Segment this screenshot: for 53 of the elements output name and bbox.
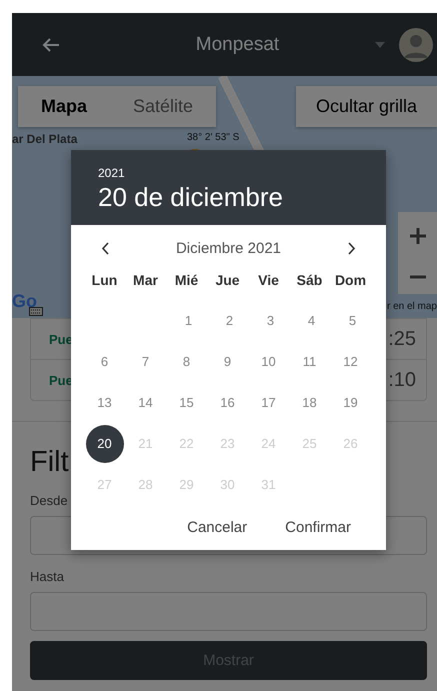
calendar-day[interactable]: 9	[208, 342, 246, 380]
calendar-day[interactable]: 1	[170, 302, 208, 340]
table-cell: :10	[388, 368, 416, 392]
calendar-day[interactable]: 11	[290, 342, 328, 380]
back-arrow-icon[interactable]	[42, 36, 60, 52]
calendar-day[interactable]: 6	[86, 342, 124, 380]
weekday-label: Lun	[90, 272, 118, 288]
field-label: Hasta	[30, 569, 65, 584]
calendar-day[interactable]: 17	[250, 384, 288, 422]
month-label: Diciembre 2021	[176, 240, 282, 256]
weekday-label: Sáb	[296, 272, 324, 288]
selected-date: 20 de diciembre	[98, 182, 284, 213]
zoom-out-icon[interactable]	[410, 274, 426, 278]
map-logo: Go	[12, 291, 37, 312]
calendar-day[interactable]: 14	[126, 384, 164, 422]
calendar-day[interactable]: 7	[126, 342, 164, 380]
chevron-left-icon[interactable]	[101, 242, 109, 254]
table-cell: :25	[388, 328, 416, 350]
calendar-day[interactable]: 18	[290, 384, 328, 422]
calendar-day[interactable]: 20	[86, 424, 124, 462]
calendar-day[interactable]: 10	[250, 342, 288, 380]
calendar-day[interactable]: 19	[332, 384, 370, 422]
calendar-day[interactable]: 4	[292, 302, 330, 340]
map-type-tab[interactable]: Mapa	[18, 86, 110, 127]
calendar-day[interactable]: 13	[86, 384, 124, 422]
calendar-day[interactable]: 12	[332, 342, 370, 380]
avatar-icon[interactable]	[399, 28, 433, 62]
section-heading: Filt	[30, 446, 70, 479]
calendar-day[interactable]: 5	[334, 302, 372, 340]
weekday-label: Dom	[334, 272, 368, 288]
calendar-day[interactable]: 8	[168, 342, 206, 380]
weekday-label: Jue	[214, 272, 241, 288]
dialog-button[interactable]: Cancelar	[175, 513, 260, 542]
hide-grid-button[interactable]: Ocultar grilla	[296, 86, 437, 127]
chevron-right-icon[interactable]	[348, 242, 356, 254]
calendar-day[interactable]: 2	[210, 302, 248, 340]
app-title: Monpesat	[194, 34, 280, 56]
weekday-label: Vie	[257, 272, 280, 288]
field-label: Desde	[30, 493, 69, 508]
input-field[interactable]	[30, 592, 427, 631]
calendar-day[interactable]: 3	[252, 302, 290, 340]
keyboard-icon[interactable]	[29, 307, 43, 316]
weekday-label: Mié	[174, 272, 200, 288]
map-type-tab[interactable]: Satélite	[110, 86, 216, 127]
calendar-day[interactable]: 15	[168, 384, 206, 422]
place-label: ar Del Plata	[12, 132, 78, 146]
zoom-in-icon[interactable]	[410, 228, 426, 244]
map-link[interactable]: r en el map	[386, 301, 437, 312]
weekday-label: Mar	[132, 272, 159, 288]
coordinates-label: 38° 2' 53" S	[187, 132, 240, 145]
year-label[interactable]: 2021	[98, 166, 359, 180]
dialog-button[interactable]: Confirmar	[273, 513, 363, 542]
calendar-day[interactable]: 16	[208, 384, 246, 422]
